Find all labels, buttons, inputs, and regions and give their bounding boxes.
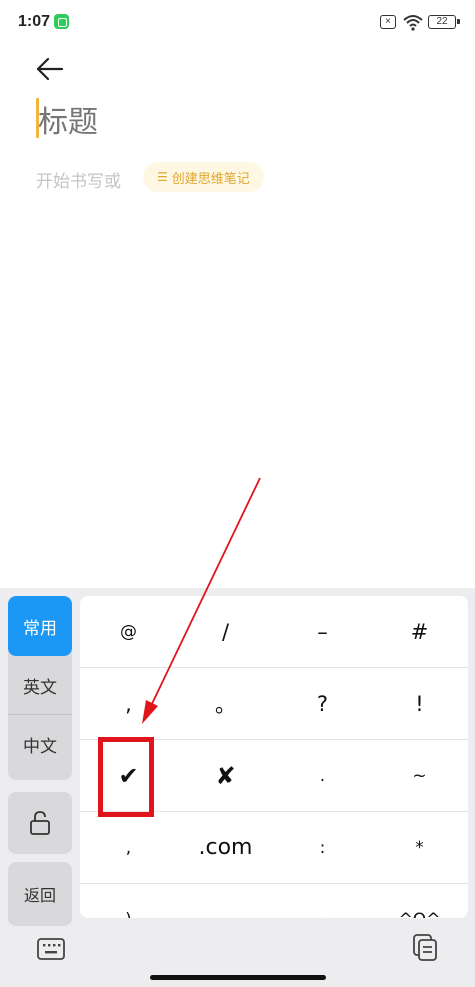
create-mindmap-label: 创建思维笔记	[171, 171, 250, 187]
no-sim-icon: ×	[380, 15, 396, 29]
key-emoticon[interactable]: ^O^	[371, 884, 468, 918]
tab-english[interactable]: 英文	[8, 656, 72, 714]
key-dot[interactable]: .	[274, 740, 371, 811]
keyboard-icon[interactable]	[36, 936, 66, 962]
wifi-icon	[403, 15, 423, 31]
key-colon[interactable]: :	[274, 812, 371, 883]
create-mindmap-button[interactable]: ☰ 创建思维笔记	[143, 162, 264, 192]
key-dot-2[interactable]: .	[177, 884, 274, 918]
key-period-cn[interactable]: 。	[177, 668, 274, 739]
key-tilde[interactable]: ~	[371, 740, 468, 811]
category-tab-group: 常用 英文 中文	[8, 596, 72, 780]
keyboard-bottom-bar	[0, 918, 475, 987]
status-bar: 1:07 × 22	[0, 0, 475, 44]
key-paren[interactable]: )	[80, 884, 177, 918]
lock-button[interactable]	[8, 792, 72, 854]
highlight-box	[98, 737, 154, 817]
key-row: ) . · ^O^	[80, 884, 468, 918]
tab-common[interactable]: 常用	[8, 596, 72, 656]
title-input[interactable]	[38, 102, 438, 142]
key-slash[interactable]: /	[177, 596, 274, 667]
tab-chinese[interactable]: 中文	[8, 715, 72, 773]
clipboard-icon[interactable]	[410, 932, 440, 962]
key-dotcom[interactable]: .com	[177, 812, 274, 883]
back-arrow-icon[interactable]	[32, 54, 66, 84]
key-dash[interactable]: –	[274, 596, 371, 667]
key-row: @ / – #	[80, 596, 468, 668]
key-asterisk[interactable]: *	[371, 812, 468, 883]
symbol-keyboard: 常用 英文 中文 返回 @ / – # , 。 ? ! ✔ ✘ . ~ , .c…	[0, 588, 475, 987]
key-question[interactable]: ?	[274, 668, 371, 739]
body-placeholder[interactable]: 开始书写或	[36, 167, 121, 192]
key-exclamation[interactable]: !	[371, 668, 468, 739]
status-time: 1:07	[18, 13, 51, 30]
list-icon: ☰	[157, 170, 168, 184]
key-at[interactable]: @	[80, 596, 177, 667]
battery-icon: 22	[428, 15, 460, 29]
return-button[interactable]: 返回	[8, 862, 72, 926]
key-cross[interactable]: ✘	[177, 740, 274, 811]
key-row: , .com : *	[80, 812, 468, 884]
app-notification-icon	[54, 14, 69, 29]
key-comma-2[interactable]: ,	[80, 812, 177, 883]
unlock-icon	[30, 811, 50, 835]
key-hash[interactable]: #	[371, 596, 468, 667]
key-row: , 。 ? !	[80, 668, 468, 740]
key-comma[interactable]: ,	[80, 668, 177, 739]
home-indicator[interactable]	[150, 975, 326, 980]
key-middot[interactable]: ·	[274, 884, 371, 918]
